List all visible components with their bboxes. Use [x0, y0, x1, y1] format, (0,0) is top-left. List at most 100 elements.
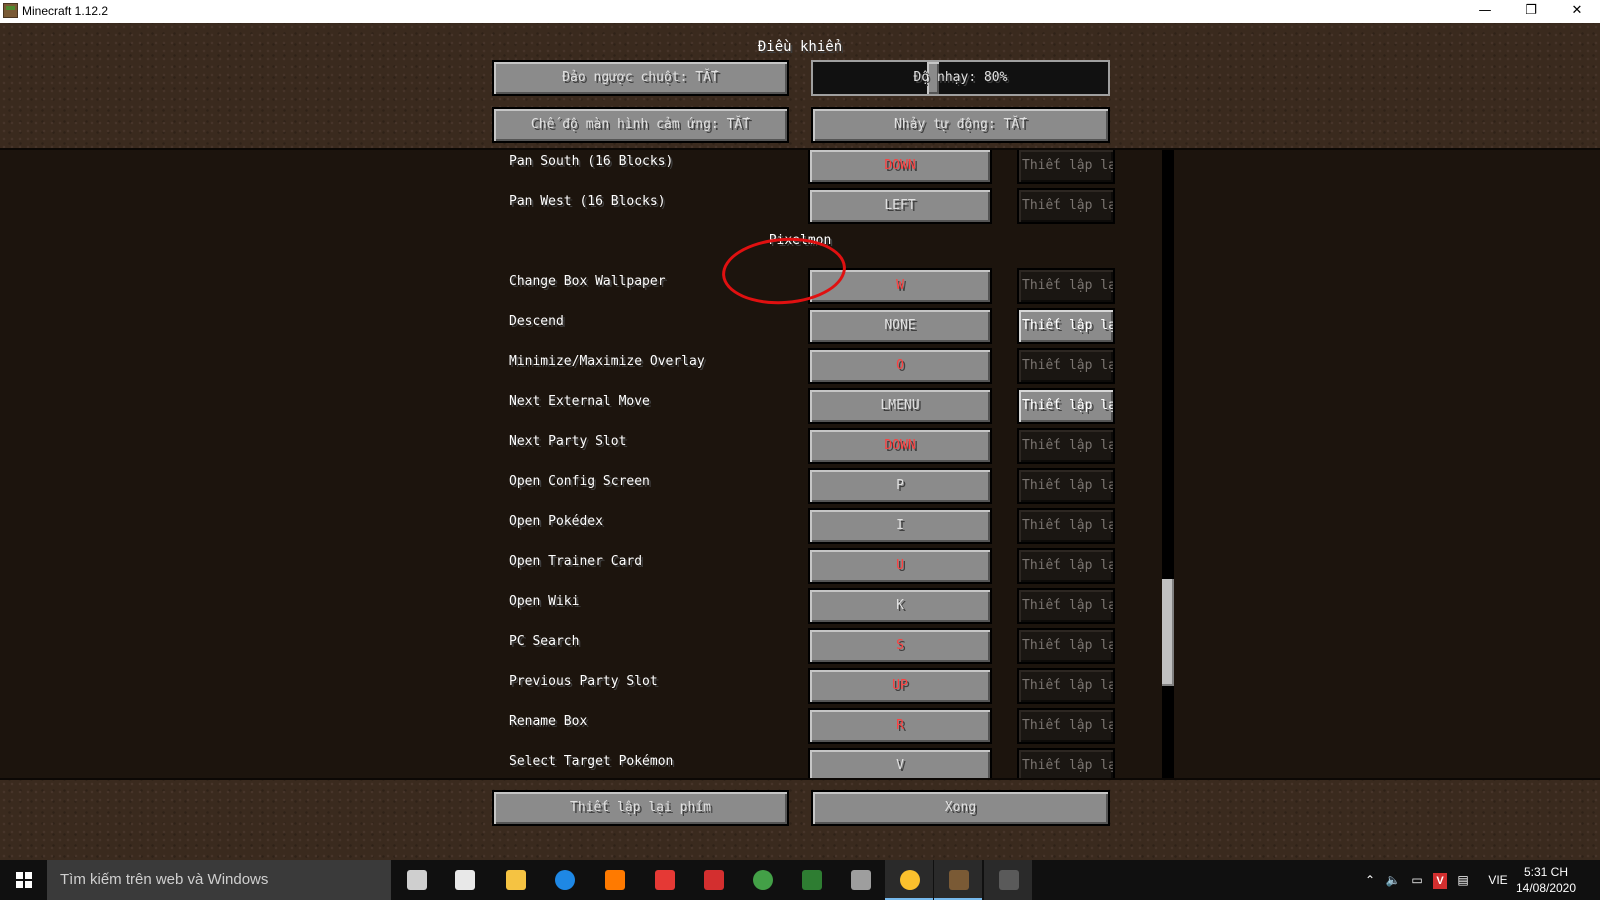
keybind-reset-button[interactable]: Thiết lập lại — [1017, 708, 1115, 744]
keybind-key-button[interactable]: LMENU — [808, 388, 992, 424]
restore-button[interactable]: ❐ — [1508, 0, 1554, 23]
windows-logo-icon — [16, 872, 32, 888]
keybind-row: Open Pokédex I Thiết lập lại — [0, 508, 1600, 548]
close-button[interactable]: ✕ — [1554, 0, 1600, 23]
keybind-reset-button[interactable]: Thiết lập lại — [1017, 268, 1115, 304]
keybind-label: Open Config Screen — [509, 474, 650, 489]
keybind-reset-button[interactable]: Thiết lập lại — [1017, 428, 1115, 464]
terminal-icon — [999, 870, 1019, 890]
keybind-row: Next External Move LMENU Thiết lập lại — [0, 388, 1600, 428]
keybind-label: Open Pokédex — [509, 514, 603, 529]
volume-icon[interactable]: 🔈 — [1382, 860, 1404, 900]
minecraft-app-icon — [3, 3, 18, 18]
controls-screen: Điều khiển Đảo ngược chuột: TẮT Độ nhạy:… — [0, 23, 1600, 860]
tray-overflow-chevron-icon[interactable]: ⌃ — [1360, 860, 1380, 900]
windows-taskbar: Tìm kiếm trên web và Windows ⌃ 🔈 ▭ V ▤ V… — [0, 860, 1600, 900]
keybind-label: Open Trainer Card — [509, 554, 643, 569]
keybind-key-button[interactable]: DOWN — [808, 150, 992, 184]
keybind-label: Next External Move — [509, 394, 650, 409]
keybind-reset-button[interactable]: Thiết lập lại — [1017, 150, 1115, 184]
keybind-key-button[interactable]: NONE — [808, 308, 992, 344]
action-center-icon[interactable]: ▤ — [1452, 860, 1474, 900]
taskbar-search-box[interactable]: Tìm kiếm trên web và Windows — [47, 860, 391, 900]
ccleaner-icon — [655, 870, 675, 890]
keybind-reset-button[interactable]: Thiết lập lại — [1017, 308, 1115, 344]
file-explorer-taskbar-button[interactable] — [491, 860, 539, 900]
ccleaner-taskbar-button[interactable] — [640, 860, 688, 900]
keybind-row: Minimize/Maximize Overlay O Thiết lập lại — [0, 348, 1600, 388]
avast-taskbar-button[interactable] — [590, 860, 638, 900]
invert-mouse-button[interactable]: Đảo ngược chuột: TẮT — [492, 60, 789, 96]
ultraviewer-taskbar-button[interactable] — [689, 860, 737, 900]
store-icon — [455, 870, 475, 890]
keybind-key-button[interactable]: V — [808, 748, 992, 778]
keybind-key-button[interactable]: I — [808, 508, 992, 544]
keybind-reset-button[interactable]: Thiết lập lại — [1017, 388, 1115, 424]
keybind-row: Open Config Screen P Thiết lập lại — [0, 468, 1600, 508]
taskbar-clock[interactable]: 5:31 CH 14/08/2020 — [1508, 864, 1584, 896]
terminal-taskbar-button[interactable] — [984, 860, 1032, 900]
keybind-reset-button[interactable]: Thiết lập lại — [1017, 508, 1115, 544]
keybind-row: Select Target Pokémon V Thiết lập lại — [0, 748, 1600, 778]
clock-time: 5:31 CH — [1523, 865, 1569, 879]
store-taskbar-button[interactable] — [440, 860, 488, 900]
keybind-label: Next Party Slot — [509, 434, 627, 449]
reset-keys-button[interactable]: Thiết lập lại phím — [492, 790, 789, 826]
minecraft-icon — [949, 870, 969, 890]
window-title: Minecraft 1.12.2 — [22, 4, 109, 18]
keybind-key-button[interactable]: U — [808, 548, 992, 584]
ultraviewer-icon — [704, 870, 724, 890]
keybind-key-button[interactable]: LEFT — [808, 188, 992, 224]
done-button[interactable]: Xong — [811, 790, 1110, 826]
minecraft-taskbar-button[interactable] — [934, 860, 982, 900]
keybind-reset-button[interactable]: Thiết lập lại — [1017, 548, 1115, 584]
minimize-button[interactable]: — — [1462, 0, 1508, 23]
keybind-reset-button[interactable]: Thiết lập lại — [1017, 628, 1115, 664]
chrome-taskbar-button[interactable] — [738, 860, 786, 900]
keybind-reset-button[interactable]: Thiết lập lại — [1017, 748, 1115, 778]
touchscreen-mode-button[interactable]: Chế độ màn hình cảm ứng: TẮT — [492, 107, 789, 143]
keybind-row: Descend NONE Thiết lập lại — [0, 308, 1600, 348]
keybind-reset-button[interactable]: Thiết lập lại — [1017, 348, 1115, 384]
keybind-reset-button[interactable]: Thiết lập lại — [1017, 668, 1115, 704]
keybind-reset-button[interactable]: Thiết lập lại — [1017, 188, 1115, 224]
calculator-taskbar-button[interactable] — [836, 860, 884, 900]
keybind-key-button[interactable]: P — [808, 468, 992, 504]
keybind-label: Pan South (16 Blocks) — [509, 154, 674, 169]
auto-jump-button[interactable]: Nhảy tự động: TẮT — [811, 107, 1110, 143]
keybind-label: Previous Party Slot — [509, 674, 658, 689]
keybind-row: Pan South (16 Blocks) DOWN Thiết lập lại — [0, 150, 1600, 188]
keybind-label: Open Wiki — [509, 594, 580, 609]
sensitivity-slider[interactable]: Độ nhạy: 80% — [811, 60, 1110, 96]
chrome-running-taskbar-button[interactable] — [885, 860, 933, 900]
keybind-key-button[interactable]: K — [808, 588, 992, 624]
task-view-taskbar-button[interactable] — [392, 860, 440, 900]
calculator-icon — [851, 870, 871, 890]
window-title-bar: Minecraft 1.12.2 — ❐ ✕ — [0, 0, 1600, 24]
edge-icon — [555, 870, 575, 890]
edge-taskbar-button[interactable] — [540, 860, 588, 900]
vietkey-icon[interactable]: V — [1430, 860, 1450, 900]
keybind-key-button[interactable]: UP — [808, 668, 992, 704]
coccoc-taskbar-button[interactable] — [787, 860, 835, 900]
network-icon[interactable]: ▭ — [1406, 860, 1428, 900]
keybind-row: Rename Box R Thiết lập lại — [0, 708, 1600, 748]
file-explorer-icon — [506, 870, 526, 890]
footer-panel — [0, 780, 1600, 860]
keybind-key-button[interactable]: S — [808, 628, 992, 664]
start-button[interactable] — [0, 860, 47, 900]
keybind-key-button[interactable]: DOWN — [808, 428, 992, 464]
keybind-row: PC Search S Thiết lập lại — [0, 628, 1600, 668]
keybind-row: Next Party Slot DOWN Thiết lập lại — [0, 428, 1600, 468]
keybind-key-button[interactable]: O — [808, 348, 992, 384]
keybind-reset-button[interactable]: Thiết lập lại — [1017, 468, 1115, 504]
keybind-label: PC Search — [509, 634, 580, 649]
chrome-running-icon — [900, 870, 920, 890]
keybind-reset-button[interactable]: Thiết lập lại — [1017, 588, 1115, 624]
coccoc-icon — [802, 870, 822, 890]
keybind-row: Open Trainer Card U Thiết lập lại — [0, 548, 1600, 588]
keybind-key-button[interactable]: R — [808, 708, 992, 744]
keybind-label: Pan West (16 Blocks) — [509, 194, 666, 209]
screen-title: Điều khiển — [757, 39, 843, 55]
scrollbar-thumb[interactable] — [1162, 579, 1174, 686]
